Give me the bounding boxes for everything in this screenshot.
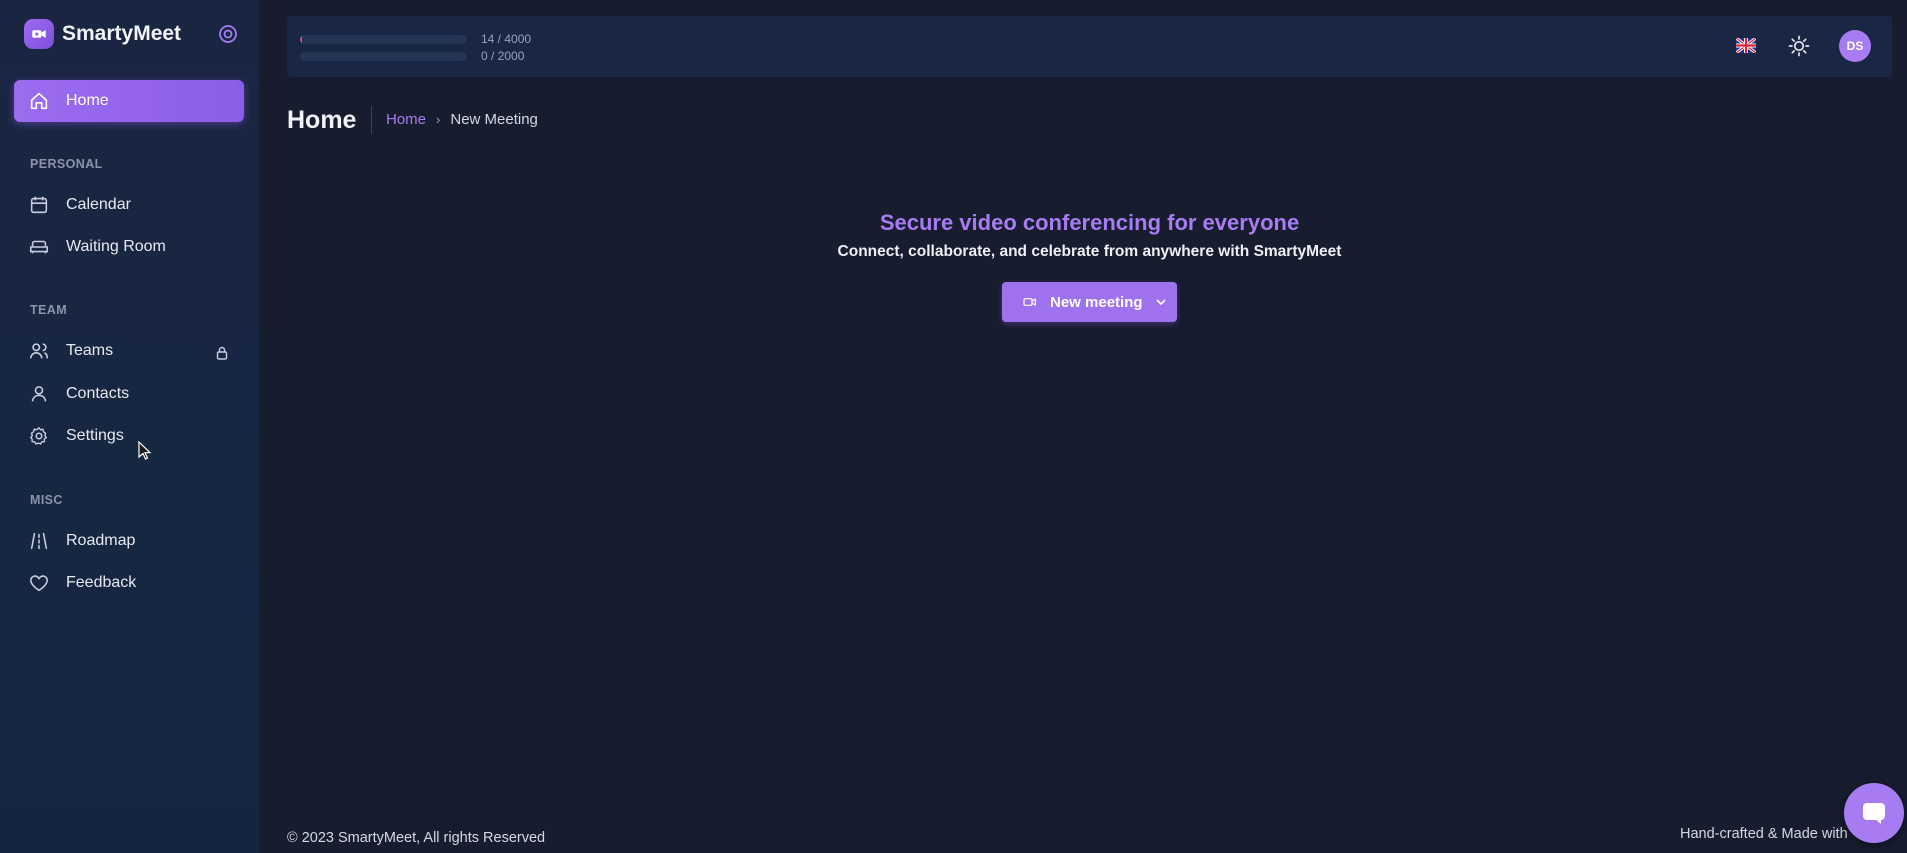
sidebar-item-label: Calendar <box>66 196 131 213</box>
sidebar-item-feedback[interactable]: Feedback <box>28 568 238 598</box>
user-icon <box>31 386 47 402</box>
new-meeting-button[interactable]: New meeting <box>1002 282 1177 322</box>
usage-fill <box>300 34 302 44</box>
usage-track <box>300 51 467 61</box>
usage-meter-1: 14 / 4000 <box>300 32 531 46</box>
chevron-right-icon: › <box>436 112 441 127</box>
sidebar-item-teams[interactable]: Teams <box>28 336 238 366</box>
page-title: Home <box>287 106 357 134</box>
chat-widget-button[interactable] <box>1844 783 1904 843</box>
footer-copyright: © 2023 SmartyMeet, All rights Reserved <box>287 830 546 846</box>
gear-icon <box>30 427 48 445</box>
breadcrumb-current: New Meeting <box>450 111 538 128</box>
section-title-misc: MISC <box>30 493 63 507</box>
sidebar-item-label: Feedback <box>66 574 137 591</box>
brand[interactable]: SmartyMeet <box>24 19 181 49</box>
sidebar-item-label: Home <box>66 92 109 109</box>
heart-icon <box>30 575 48 592</box>
usage-text: 0 / 2000 <box>481 49 525 63</box>
calendar-icon <box>30 196 48 214</box>
avatar[interactable]: DS <box>1839 30 1871 62</box>
chevron-down-icon[interactable] <box>1155 296 1167 308</box>
sun-icon[interactable] <box>1787 34 1811 58</box>
road-icon <box>30 532 48 550</box>
sidebar-item-waiting-room[interactable]: Waiting Room <box>28 232 238 262</box>
footer-credit: Hand-crafted & Made with <box>1680 826 1848 842</box>
usage-track <box>300 34 467 44</box>
section-title-team: TEAM <box>30 303 68 317</box>
sidebar-item-label: Settings <box>66 427 124 444</box>
brand-name: SmartyMeet <box>62 22 182 45</box>
sidebar: SmartyMeet Home PERSONAL Calendar Waitin… <box>0 0 259 853</box>
lock-icon <box>214 345 230 361</box>
hero-title: Secure video conferencing for everyone <box>879 210 1300 235</box>
new-meeting-label: New meeting <box>1050 293 1143 311</box>
sofa-icon <box>29 240 49 254</box>
users-icon <box>29 343 49 359</box>
home-icon <box>30 92 48 110</box>
sidebar-item-contacts[interactable]: Contacts <box>28 379 238 409</box>
hero-subtitle: Connect, collaborate, and celebrate from… <box>837 243 1342 260</box>
sidebar-item-label: Roadmap <box>66 532 136 549</box>
uk-flag-icon[interactable] <box>1735 36 1757 55</box>
breadcrumb: Home › New Meeting <box>386 111 538 128</box>
sidebar-item-label: Contacts <box>66 385 130 402</box>
usage-text: 14 / 4000 <box>481 32 532 46</box>
sidebar-item-settings[interactable]: Settings <box>28 421 238 451</box>
mouse-cursor-icon <box>138 441 152 460</box>
sidebar-item-label: Teams <box>66 342 114 359</box>
section-title-personal: PERSONAL <box>30 157 103 171</box>
topbar: 14 / 4000 0 / 2000 DS <box>287 16 1892 77</box>
sidebar-item-label: Waiting Room <box>66 238 166 255</box>
sidebar-item-roadmap[interactable]: Roadmap <box>28 526 238 556</box>
sidebar-item-home[interactable]: Home <box>14 80 244 122</box>
chat-icon <box>1863 803 1885 824</box>
sidebar-collapse-icon[interactable] <box>218 24 238 44</box>
breadcrumb-link-home[interactable]: Home <box>386 111 426 128</box>
video-camera-icon <box>1023 298 1036 306</box>
title-divider <box>371 106 372 134</box>
usage-meter-2: 0 / 2000 <box>300 49 524 63</box>
brand-logo-icon <box>24 19 54 49</box>
sidebar-item-calendar[interactable]: Calendar <box>28 190 238 220</box>
